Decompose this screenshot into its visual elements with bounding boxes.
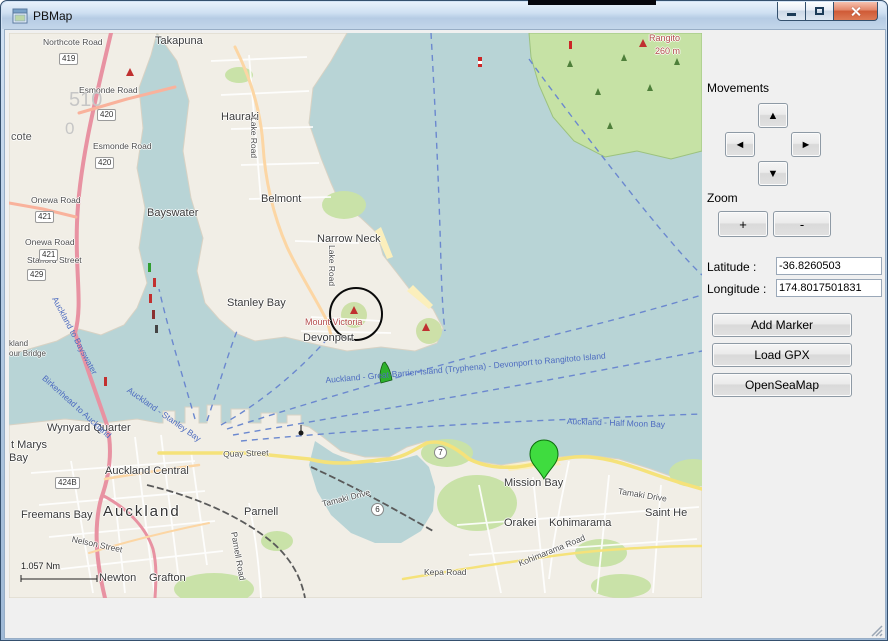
maximize-icon [815, 7, 824, 15]
movements-label: Movements [707, 81, 769, 95]
app-icon[interactable] [12, 8, 28, 24]
plus-icon: + [739, 217, 747, 232]
openseamap-button[interactable]: OpenSeaMap [712, 373, 852, 397]
add-marker-label: Add Marker [751, 318, 813, 332]
window-titlebar[interactable]: PBMap [2, 2, 886, 29]
minus-icon: - [800, 217, 804, 232]
maximize-button[interactable] [806, 2, 834, 21]
load-gpx-label: Load GPX [754, 348, 809, 362]
close-button[interactable] [834, 2, 878, 21]
scale-label: 1.057 Nm [21, 561, 60, 571]
add-marker-button[interactable]: Add Marker [712, 313, 852, 337]
pan-down-button[interactable]: ▼ [758, 161, 788, 186]
minimize-icon [787, 13, 796, 16]
latitude-label: Latitude : [707, 260, 756, 274]
up-arrow-icon: ▲ [768, 110, 779, 122]
zoom-in-button[interactable]: + [718, 211, 768, 237]
left-arrow-icon: ◄ [735, 139, 746, 151]
load-gpx-button[interactable]: Load GPX [712, 343, 852, 367]
pan-up-button[interactable]: ▲ [758, 103, 788, 128]
minimize-button[interactable] [777, 2, 806, 21]
app-window: PBMap [0, 0, 888, 641]
window-title: PBMap [33, 9, 72, 23]
map-canvas [9, 33, 702, 598]
pan-right-button[interactable]: ► [791, 132, 821, 157]
latitude-input[interactable] [776, 257, 882, 275]
zoom-label: Zoom [707, 191, 738, 205]
longitude-input[interactable] [776, 279, 882, 297]
close-icon [850, 6, 861, 17]
right-arrow-icon: ► [801, 139, 812, 151]
zoom-out-button[interactable]: - [773, 211, 831, 237]
pan-left-button[interactable]: ◄ [725, 132, 755, 157]
map-viewport[interactable]: Northcote Road Takapuna Esmonde Road 510… [9, 33, 702, 598]
longitude-label: Longitude : [707, 282, 766, 296]
background-window-artifact [528, 0, 656, 5]
openseamap-label: OpenSeaMap [745, 378, 819, 392]
resize-grip[interactable] [870, 624, 883, 637]
down-arrow-icon: ▼ [768, 168, 779, 180]
